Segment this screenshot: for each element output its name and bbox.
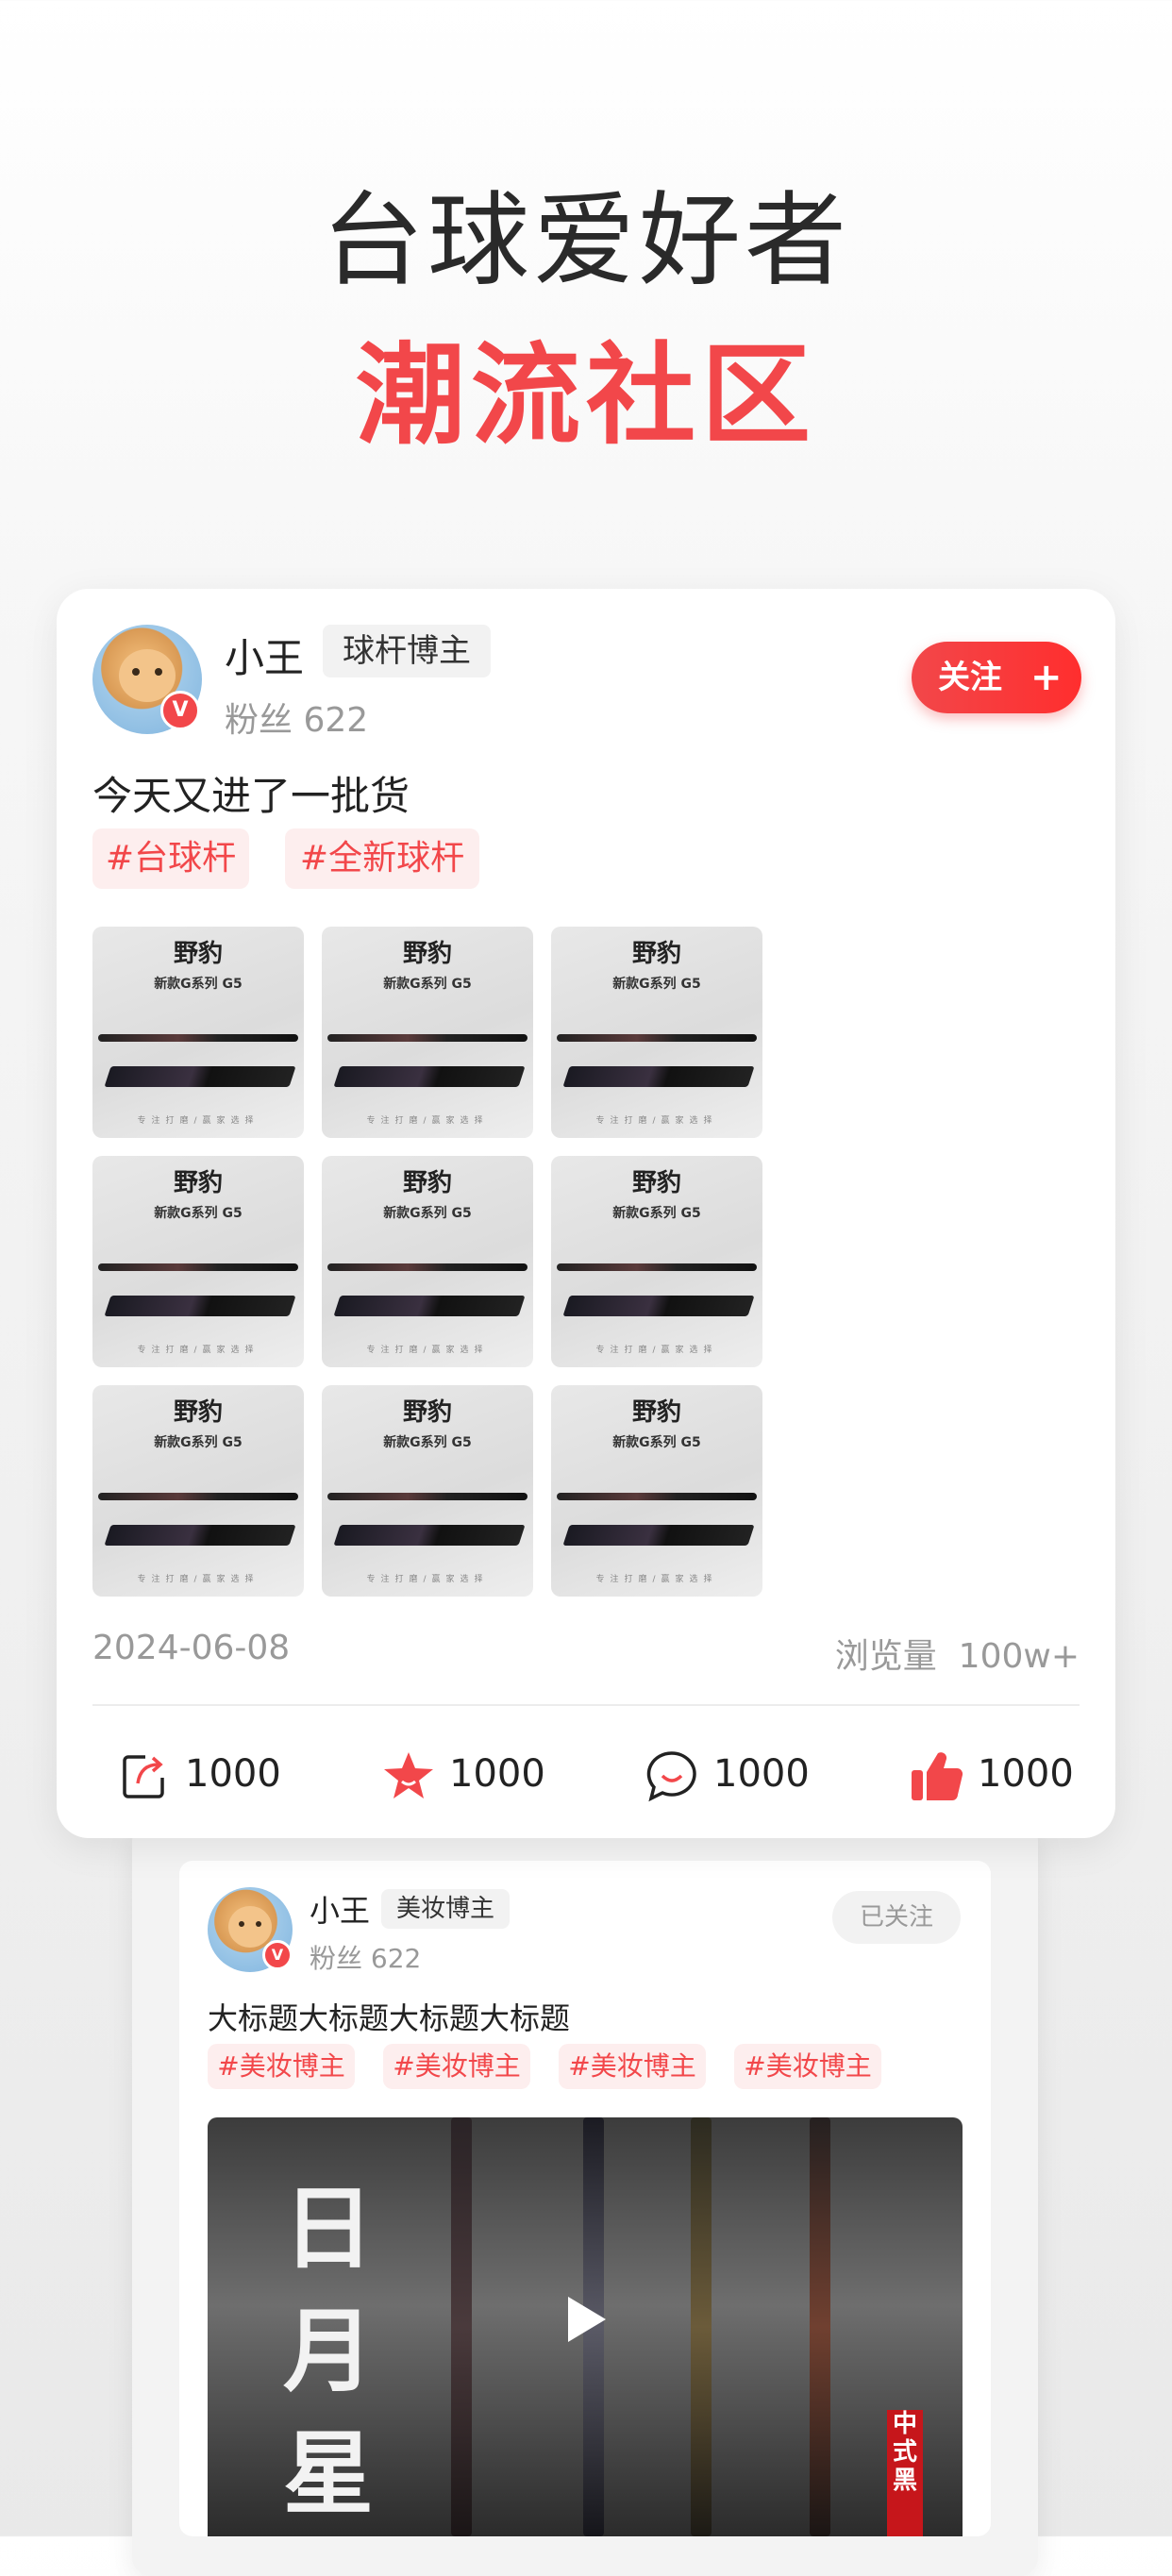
divider <box>92 1704 1080 1706</box>
post-image-thumbnail[interactable]: 野豹新款G系列 G5 专注打磨/赢家选择 <box>92 1156 304 1367</box>
share-count: 1000 <box>185 1752 281 1796</box>
hashtag[interactable]: #美妆博主 <box>208 2044 355 2089</box>
thumbs-up-icon <box>912 1752 963 1800</box>
author-name[interactable]: 小王 <box>225 627 304 684</box>
cue-image <box>451 2117 472 2536</box>
seal-stamp: 中式黑 <box>887 2410 923 2536</box>
role-tag: 美妆博主 <box>381 1889 510 1929</box>
post-title[interactable]: 今天又进了一批货 <box>92 764 410 822</box>
followed-button[interactable]: 已关注 <box>832 1891 961 1944</box>
play-icon[interactable] <box>568 2297 606 2342</box>
product-series: 新款G系列 G5 <box>154 1206 243 1221</box>
calligraphy-char: 日 <box>283 2175 374 2282</box>
cue-image <box>104 1066 296 1087</box>
calligraphy-char: 月 <box>283 2298 374 2404</box>
cue-image <box>98 1034 298 1042</box>
hashtag[interactable]: #美妆博主 <box>734 2044 881 2089</box>
plus-icon: + <box>1030 656 1063 699</box>
fans-count: 粉丝 622 <box>225 701 369 740</box>
cue-image <box>557 1263 757 1271</box>
product-slogan: 专注打磨/赢家选择 <box>366 1346 489 1355</box>
product-series: 新款G系列 G5 <box>612 977 701 992</box>
cue-image <box>691 2117 712 2536</box>
brand-logo: 野豹 <box>173 1398 223 1427</box>
product-series: 新款G系列 G5 <box>154 1435 243 1450</box>
brand-logo: 野豹 <box>173 940 223 968</box>
product-slogan: 专注打磨/赢家选择 <box>595 1116 718 1126</box>
post-video[interactable]: 日 月 星 中式黑 <box>208 2117 963 2536</box>
cue-image <box>333 1525 526 1546</box>
brand-logo: 野豹 <box>402 940 452 968</box>
cue-image <box>104 1525 296 1546</box>
cue-image <box>333 1066 526 1087</box>
follow-label: 关注 <box>938 659 1002 696</box>
product-series: 新款G系列 G5 <box>612 1206 701 1221</box>
comment-icon <box>646 1751 696 1802</box>
favorite-count: 1000 <box>449 1752 545 1796</box>
product-slogan: 专注打磨/赢家选择 <box>137 1346 260 1355</box>
cue-image <box>327 1034 527 1042</box>
product-series: 新款G系列 G5 <box>383 1435 472 1450</box>
verified-badge-icon: V <box>160 691 200 730</box>
brand-logo: 野豹 <box>402 1398 452 1427</box>
post-image-thumbnail[interactable]: 野豹新款G系列 G5 专注打磨/赢家选择 <box>92 1385 304 1597</box>
product-series: 新款G系列 G5 <box>383 1206 472 1221</box>
product-slogan: 专注打磨/赢家选择 <box>137 1116 260 1126</box>
calligraphy-char: 星 <box>283 2420 374 2527</box>
post-title[interactable]: 大标题大标题大标题大标题 <box>208 1995 570 2038</box>
hashtag[interactable]: #台球杆 <box>92 828 249 889</box>
hashtag[interactable]: #美妆博主 <box>383 2044 530 2089</box>
post-image-thumbnail[interactable]: 野豹新款G系列 G5 专注打磨/赢家选择 <box>551 1156 762 1367</box>
hero-title-line2: 潮流社区 <box>356 332 816 460</box>
author-name[interactable]: 小王 <box>310 1887 370 1931</box>
cue-image <box>810 2117 830 2536</box>
product-slogan: 专注打磨/赢家选择 <box>366 1575 489 1584</box>
cue-image <box>562 1066 755 1087</box>
cue-image <box>557 1493 757 1500</box>
post-image-thumbnail[interactable]: 野豹新款G系列 G5 专注打磨/赢家选择 <box>92 927 304 1138</box>
product-slogan: 专注打磨/赢家选择 <box>595 1346 718 1355</box>
like-count: 1000 <box>978 1752 1074 1796</box>
view-count: 浏览量 100w+ <box>834 1637 1080 1676</box>
post-card[interactable]: V 小王 球杆博主 粉丝 622 关注 + 今天又进了一批货 #台球杆 #全新球… <box>57 589 1115 1838</box>
product-slogan: 专注打磨/赢家选择 <box>595 1575 718 1584</box>
brand-logo: 野豹 <box>402 1169 452 1197</box>
cue-image <box>562 1296 755 1316</box>
product-slogan: 专注打磨/赢家选择 <box>137 1575 260 1584</box>
brand-logo: 野豹 <box>173 1169 223 1197</box>
cue-image <box>98 1263 298 1271</box>
cue-image <box>562 1525 755 1546</box>
post-image-thumbnail[interactable]: 野豹新款G系列 G5 专注打磨/赢家选择 <box>322 1156 533 1367</box>
post-card-secondary[interactable]: V 小王 美妆博主 粉丝 622 已关注 大标题大标题大标题大标题 #美妆博主 … <box>179 1861 991 2536</box>
hashtag[interactable]: #美妆博主 <box>559 2044 706 2089</box>
brand-logo: 野豹 <box>631 1398 681 1427</box>
cue-image <box>333 1296 526 1316</box>
fans-count: 粉丝 622 <box>310 1943 422 1974</box>
cue-image <box>327 1263 527 1271</box>
cue-image <box>104 1296 296 1316</box>
star-icon <box>384 1752 433 1798</box>
post-image-thumbnail[interactable]: 野豹新款G系列 G5 专注打磨/赢家选择 <box>322 1385 533 1597</box>
post-image-thumbnail[interactable]: 野豹新款G系列 G5 专注打磨/赢家选择 <box>551 927 762 1138</box>
product-series: 新款G系列 G5 <box>154 977 243 992</box>
brand-logo: 野豹 <box>631 1169 681 1197</box>
share-icon <box>123 1755 164 1798</box>
product-series: 新款G系列 G5 <box>383 977 472 992</box>
post-image-thumbnail[interactable]: 野豹新款G系列 G5 专注打磨/赢家选择 <box>551 1385 762 1597</box>
role-tag: 球杆博主 <box>323 625 491 677</box>
comment-count: 1000 <box>713 1752 810 1796</box>
verified-badge-icon: V <box>262 1940 293 1970</box>
product-series: 新款G系列 G5 <box>612 1435 701 1450</box>
cue-image <box>557 1034 757 1042</box>
post-date: 2024-06-08 <box>92 1629 291 1667</box>
post-image-thumbnail[interactable]: 野豹新款G系列 G5 专注打磨/赢家选择 <box>322 927 533 1138</box>
cue-image <box>98 1493 298 1500</box>
hashtag[interactable]: #全新球杆 <box>285 828 479 889</box>
hero-title-line1: 台球爱好者 <box>321 182 850 300</box>
product-slogan: 专注打磨/赢家选择 <box>366 1116 489 1126</box>
brand-logo: 野豹 <box>631 940 681 968</box>
follow-button[interactable]: 关注 + <box>912 642 1081 713</box>
cue-image <box>327 1493 527 1500</box>
